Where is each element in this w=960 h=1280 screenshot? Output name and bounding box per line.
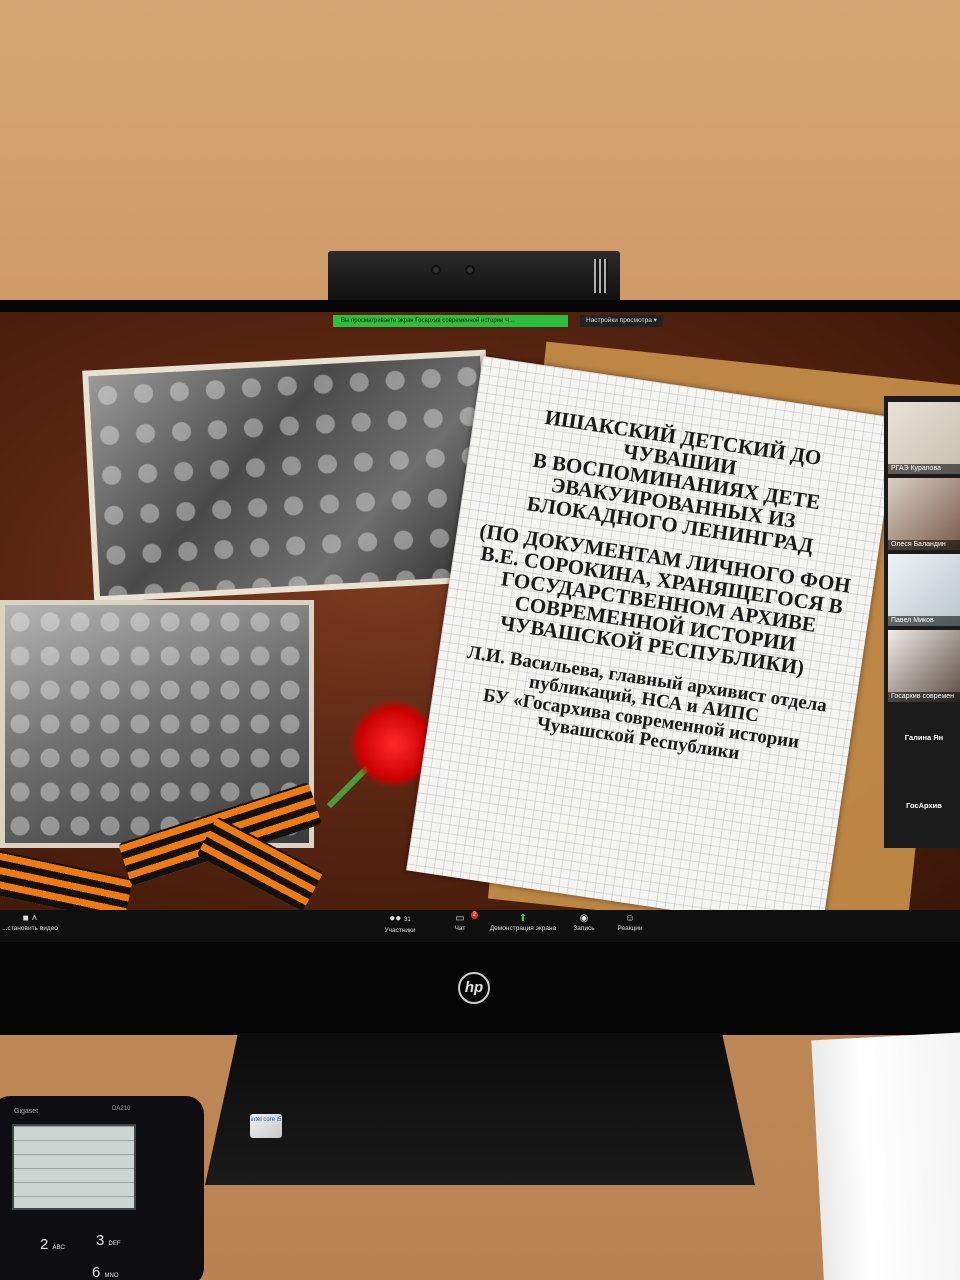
record-icon: ◉: [579, 913, 589, 924]
participants-label: Участники: [384, 927, 416, 934]
phone-brand: Gigaset: [14, 1108, 39, 1115]
participant-tile-no-video[interactable]: Галина Ян: [888, 708, 960, 768]
chevron-down-icon: ▾: [653, 317, 657, 324]
slide-title-paper: ИШАКСКИЙ ДЕТСКИЙ ДО ЧУВАШИИ В ВОСПОМИНАН…: [406, 356, 899, 910]
participant-tile[interactable]: РГАЭ Курапова: [888, 402, 960, 474]
record-button[interactable]: ◉ Запись: [568, 912, 600, 932]
participant-gallery: РГАЭ Курапова Олеся Баландин Павел Миков…: [884, 396, 960, 848]
phone-display: [12, 1124, 136, 1210]
webcam-shutter: [594, 259, 608, 293]
video-label: ...становить видео: [2, 925, 58, 932]
chat-label: Чат: [454, 925, 466, 932]
desk-phone: Gigaset DA210 2 ABC 3 DEF 6 MNO: [0, 1096, 204, 1280]
phone-key-6[interactable]: 6 MNO: [92, 1264, 119, 1280]
reactions-label: Реакции: [617, 925, 643, 932]
share-screen-label: Демонстрация экрана: [489, 925, 557, 932]
participant-name: РГАЭ Курапова: [888, 464, 960, 474]
screen-share-banner[interactable]: Вы просматриваете экран Госархив совреме…: [333, 315, 568, 327]
video-camera-icon: ■ ˄: [22, 913, 38, 924]
participant-name: Павел Миков: [888, 616, 960, 626]
monitor-stand: [205, 1033, 755, 1185]
participants-icon: ●● 31: [389, 913, 411, 924]
video-button[interactable]: ■ ˄ ...становить видео: [0, 912, 60, 932]
webcam-sensor: [431, 265, 441, 275]
zoom-screen: ИШАКСКИЙ ДЕТСКИЙ ДО ЧУВАШИИ В ВОСПОМИНАН…: [0, 312, 960, 910]
view-settings-label: Настройки просмотра: [586, 317, 652, 324]
participant-tile[interactable]: Олеся Баландин: [888, 478, 960, 550]
participants-button[interactable]: ●● 31 Участники: [380, 912, 420, 934]
phone-key-2[interactable]: 2 ABC: [40, 1236, 65, 1253]
paper-stack: [811, 1031, 960, 1280]
participant-tile[interactable]: Павел Миков: [888, 554, 960, 626]
record-label: Запись: [573, 925, 595, 932]
chat-bubble-icon: ▭ 2: [455, 911, 478, 924]
share-screen-icon: ⬆: [518, 913, 528, 924]
participant-tile-no-video[interactable]: ГосАрхив: [888, 776, 960, 836]
phone-key-3[interactable]: 3 DEF: [96, 1232, 121, 1249]
monitor: ИШАКСКИЙ ДЕТСКИЙ ДО ЧУВАШИИ В ВОСПОМИНАН…: [0, 300, 960, 1035]
zoom-toolbar: ■ ˄ ...становить видео ●● 31 Участники ▭…: [0, 910, 960, 942]
chat-button[interactable]: ▭ 2 Чат: [446, 911, 478, 932]
archive-photo-children-winter: [82, 349, 498, 603]
participant-name: Олеся Баландин: [888, 540, 960, 550]
share-screen-button[interactable]: ⬆ Демонстрация экрана: [484, 912, 562, 932]
webcam-lens: [465, 265, 475, 275]
hp-logo: hp: [458, 972, 490, 1004]
st-george-ribbon: [0, 849, 134, 910]
chat-unread-badge: 2: [470, 911, 478, 919]
phone-model: DA210: [112, 1106, 131, 1112]
intel-sticker: intel core i5: [250, 1114, 282, 1138]
view-settings-button[interactable]: Настройки просмотра ▾: [580, 315, 663, 327]
webcam: [328, 251, 620, 303]
reactions-button[interactable]: ☺ Реакции: [612, 912, 648, 932]
participant-tile[interactable]: Госархив современ: [888, 630, 960, 702]
smile-icon: ☺: [624, 913, 636, 924]
participant-name: Госархив современ: [888, 692, 960, 702]
